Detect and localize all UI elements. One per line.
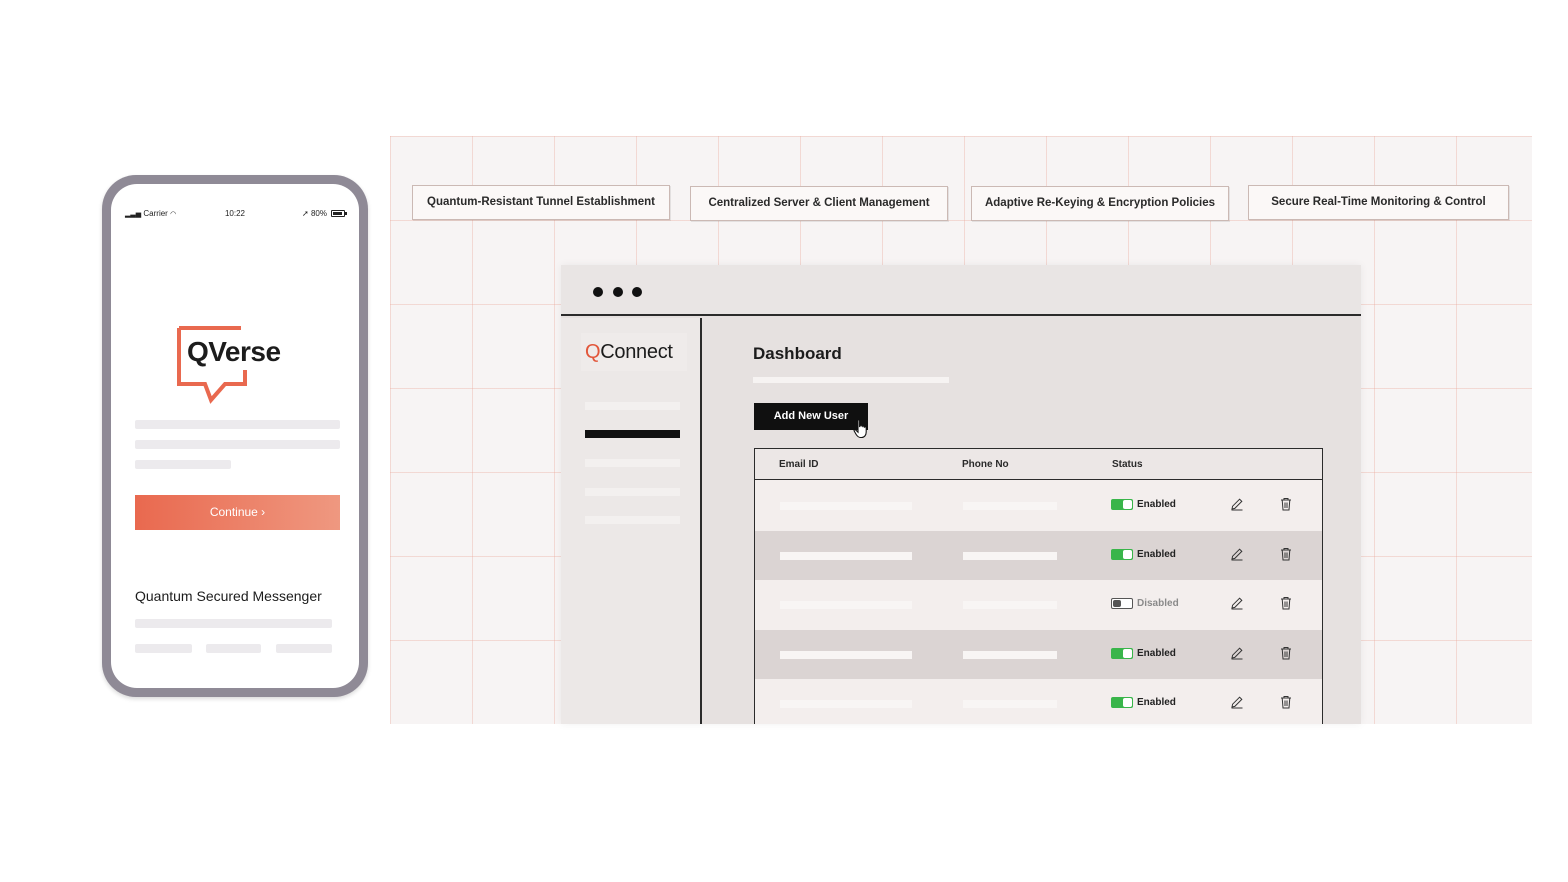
phone-status-bar: ▂▃▅ Carrier ◠ 10:22 ➚ 80% <box>125 209 347 219</box>
phone-placeholder <box>963 650 1057 659</box>
battery-percent-text: 80% <box>310 209 327 218</box>
hand-pointer-icon <box>853 419 867 439</box>
sidebar-item-active[interactable] <box>585 430 680 438</box>
placeholder-line <box>276 644 332 653</box>
trash-icon[interactable] <box>1280 547 1292 561</box>
qconnect-logo-text: Connect <box>600 341 673 363</box>
status-toggle[interactable] <box>1111 499 1133 510</box>
feature-tag-monitoring: Secure Real-Time Monitoring & Control <box>1248 185 1509 220</box>
battery-percent: ➚ 80% <box>302 209 327 218</box>
status-label: Disabled <box>1137 598 1179 609</box>
location-arrow-icon: ➚ <box>302 209 309 218</box>
placeholder-line <box>135 644 192 653</box>
table-row[interactable]: Enabled <box>755 481 1322 531</box>
pencil-icon[interactable] <box>1230 497 1244 511</box>
page-title: Dashboard <box>753 344 842 363</box>
carrier-text: Carrier <box>143 209 168 218</box>
status-toggle[interactable] <box>1111 598 1133 609</box>
browser-window: QConnect Dashboard Add New User Email ID… <box>561 265 1361 724</box>
status-label: Enabled <box>1137 697 1176 708</box>
window-dot-icon[interactable] <box>632 287 642 297</box>
trash-icon[interactable] <box>1280 497 1292 511</box>
placeholder-line <box>135 420 340 429</box>
placeholder-line <box>135 460 231 469</box>
phone-mockup: ▂▃▅ Carrier ◠ 10:22 ➚ 80% QVerse Continu… <box>102 175 368 697</box>
sidebar-item[interactable] <box>585 516 680 524</box>
table-row[interactable]: Enabled <box>755 629 1322 679</box>
status-label: Enabled <box>1137 548 1176 560</box>
feature-tag-tunnel: Quantum-Resistant Tunnel Establishment <box>412 185 670 220</box>
feature-tag-rekeying: Adaptive Re-Keying & Encryption Policies <box>971 186 1229 221</box>
table-row[interactable]: Enabled <box>755 679 1322 724</box>
users-table: Email ID Phone No Status Enabled Enabled <box>754 448 1323 724</box>
status-label: Enabled <box>1137 499 1176 510</box>
carrier-label: ▂▃▅ Carrier ◠ <box>125 209 176 218</box>
column-header-phone[interactable]: Phone No <box>962 459 1009 470</box>
status-toggle[interactable] <box>1111 548 1133 560</box>
pencil-icon[interactable] <box>1230 695 1244 709</box>
table-row[interactable]: Disabled <box>755 580 1322 630</box>
table-row[interactable]: Enabled <box>755 530 1322 580</box>
email-placeholder <box>780 551 912 560</box>
phone-placeholder <box>963 551 1057 560</box>
pencil-icon[interactable] <box>1230 646 1244 660</box>
status-label: Enabled <box>1137 647 1176 659</box>
email-placeholder <box>780 650 912 659</box>
title-underline <box>753 377 949 383</box>
placeholder-line <box>206 644 261 653</box>
trash-icon[interactable] <box>1280 695 1292 709</box>
sidebar-item[interactable] <box>585 402 680 410</box>
column-header-status[interactable]: Status <box>1112 459 1143 470</box>
wifi-icon: ◠ <box>170 211 177 218</box>
qconnect-logo: QConnect <box>581 333 687 371</box>
feature-tag-management: Centralized Server & Client Management <box>690 186 948 221</box>
pencil-icon[interactable] <box>1230 547 1244 561</box>
phone-tagline: Quantum Secured Messenger <box>135 588 322 604</box>
clock: 10:22 <box>224 209 246 218</box>
browser-title-bar <box>561 265 1361 316</box>
email-placeholder <box>780 502 912 510</box>
trash-icon[interactable] <box>1280 646 1292 660</box>
email-placeholder <box>780 700 912 708</box>
add-new-user-button[interactable]: Add New User <box>754 403 868 430</box>
table-header: Email ID Phone No Status <box>755 449 1322 480</box>
placeholder-line <box>135 619 332 628</box>
qverse-logo-text: QVerse <box>187 336 281 367</box>
email-placeholder <box>780 601 912 609</box>
sidebar-item[interactable] <box>585 488 680 496</box>
column-header-email[interactable]: Email ID <box>779 459 818 470</box>
status-toggle[interactable] <box>1111 647 1133 659</box>
sidebar: QConnect <box>561 318 702 724</box>
signal-icon: ▂▃▅ <box>125 211 142 218</box>
battery-icon <box>331 210 347 217</box>
continue-button[interactable]: Continue › <box>135 495 340 530</box>
window-dot-icon[interactable] <box>613 287 623 297</box>
window-dot-icon[interactable] <box>593 287 603 297</box>
pencil-icon[interactable] <box>1230 596 1244 610</box>
phone-placeholder <box>963 601 1057 609</box>
status-toggle[interactable] <box>1111 697 1133 708</box>
sidebar-item[interactable] <box>585 459 680 467</box>
trash-icon[interactable] <box>1280 596 1292 610</box>
phone-placeholder <box>963 502 1057 510</box>
phone-screen: ▂▃▅ Carrier ◠ 10:22 ➚ 80% QVerse Continu… <box>111 184 359 688</box>
qconnect-logo-mark: Q <box>585 341 601 363</box>
phone-placeholder <box>963 700 1057 708</box>
placeholder-line <box>135 440 340 449</box>
